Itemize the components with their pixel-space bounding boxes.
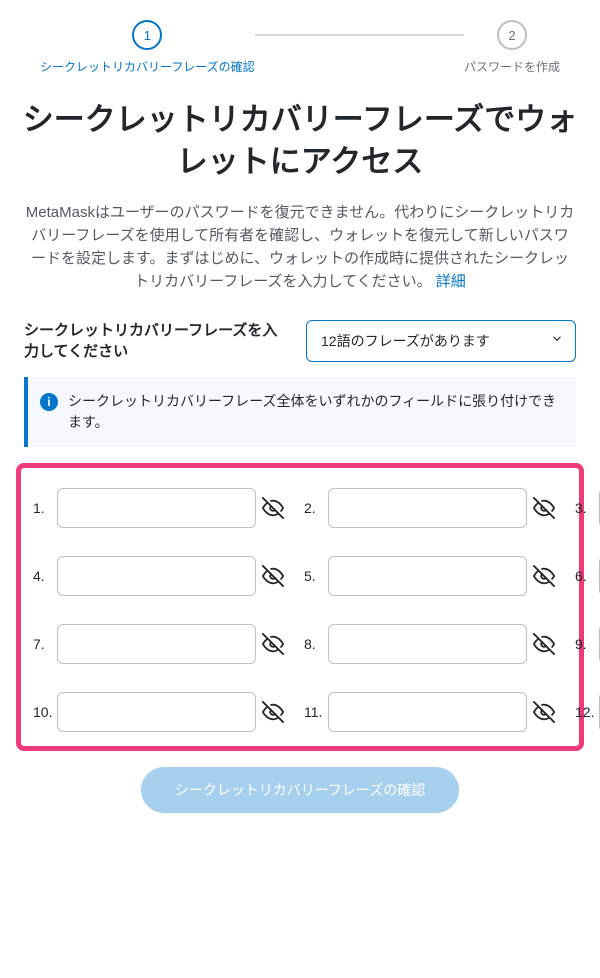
phrase-word-number: 1. (33, 500, 53, 516)
phrase-word-cell: 11. (304, 692, 557, 732)
phrase-word-cell: 5. (304, 556, 557, 596)
phrase-word-input-8[interactable] (328, 624, 527, 664)
step-2-circle: 2 (497, 20, 527, 50)
eye-off-icon[interactable] (260, 699, 286, 725)
step-1: 1 シークレットリカバリーフレーズの確認 (40, 20, 255, 75)
phrase-word-number: 10. (33, 704, 53, 720)
eye-off-icon[interactable] (260, 631, 286, 657)
phrase-word-cell: 10. (33, 692, 286, 732)
phrase-word-number: 2. (304, 500, 324, 516)
phrase-length-select[interactable]: 12語のフレーズがあります (306, 320, 576, 362)
phrase-word-number: 7. (33, 636, 53, 652)
info-banner-text: シークレットリカバリーフレーズ全体をいずれかのフィールドに張り付けできます。 (68, 391, 562, 433)
phrase-word-input-2[interactable] (328, 488, 527, 528)
eye-off-icon[interactable] (260, 495, 286, 521)
progress-stepper: 1 シークレットリカバリーフレーズの確認 2 パスワードを作成 (0, 0, 600, 85)
phrase-word-number: 12. (575, 704, 595, 720)
eye-off-icon[interactable] (531, 495, 557, 521)
step-1-label: シークレットリカバリーフレーズの確認 (40, 58, 255, 75)
info-icon: i (40, 393, 58, 411)
learn-more-link[interactable]: 詳細 (436, 273, 466, 290)
step-2-label: パスワードを作成 (464, 58, 560, 75)
phrase-word-number: 3. (575, 500, 595, 516)
phrase-word-cell: 12. (575, 692, 600, 732)
phrase-word-input-7[interactable] (57, 624, 256, 664)
step-connector (255, 34, 464, 36)
eye-off-icon[interactable] (531, 563, 557, 589)
phrase-word-number: 11. (304, 704, 324, 720)
phrase-word-cell: 2. (304, 488, 557, 528)
srp-input-label: シークレットリカバリーフレーズを入力してください (24, 320, 290, 364)
phrase-word-cell: 7. (33, 624, 286, 664)
info-banner: i シークレットリカバリーフレーズ全体をいずれかのフィールドに張り付けできます。 (24, 377, 576, 447)
eye-off-icon[interactable] (531, 699, 557, 725)
phrase-word-number: 4. (33, 568, 53, 584)
phrase-word-number: 9. (575, 636, 595, 652)
phrase-length-select-value[interactable]: 12語のフレーズがあります (306, 320, 576, 362)
phrase-word-cell: 8. (304, 624, 557, 664)
phrase-word-cell: 9. (575, 624, 600, 664)
step-2: 2 パスワードを作成 (464, 20, 560, 75)
phrase-word-input-10[interactable] (57, 692, 256, 732)
phrase-word-number: 5. (304, 568, 324, 584)
phrase-word-number: 8. (304, 636, 324, 652)
phrase-word-input-1[interactable] (57, 488, 256, 528)
confirm-srp-button[interactable]: シークレットリカバリーフレーズの確認 (141, 767, 459, 813)
page-title: シークレットリカバリーフレーズでウォレットにアクセス (0, 85, 600, 201)
phrase-word-input-4[interactable] (57, 556, 256, 596)
phrase-word-cell: 3. (575, 488, 600, 528)
eye-off-icon[interactable] (531, 631, 557, 657)
phrase-word-input-11[interactable] (328, 692, 527, 732)
description-text: MetaMaskはユーザーのパスワードを復元できません。代わりにシークレットリカ… (26, 204, 574, 291)
phrase-word-cell: 6. (575, 556, 600, 596)
phrase-input-area: 1.2.3.4.5.6.7.8.9.10.11.12. (16, 463, 584, 751)
phrase-word-cell: 1. (33, 488, 286, 528)
description: MetaMaskはユーザーのパスワードを復元できません。代わりにシークレットリカ… (0, 201, 600, 320)
phrase-word-input-5[interactable] (328, 556, 527, 596)
phrase-word-number: 6. (575, 568, 595, 584)
step-1-circle: 1 (132, 20, 162, 50)
phrase-word-cell: 4. (33, 556, 286, 596)
eye-off-icon[interactable] (260, 563, 286, 589)
